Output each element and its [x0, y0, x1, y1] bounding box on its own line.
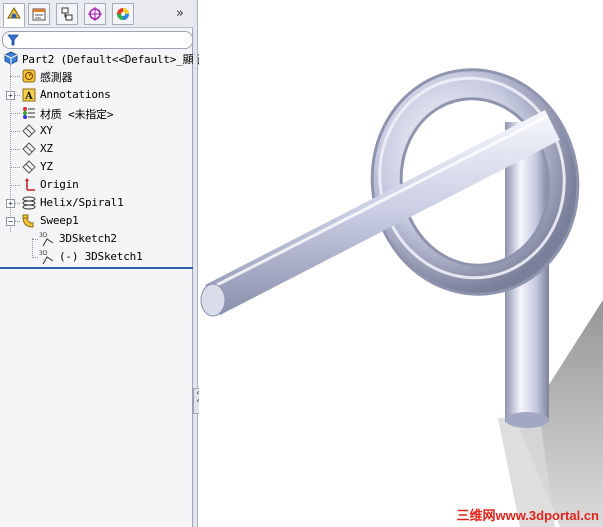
tree-root-part[interactable]: Part2 (Default<<Default>_顯示 [0, 49, 204, 67]
tree-item-origin[interactable]: Origin [0, 176, 193, 194]
watermark-text: 三维网www.3dportal.cn [456, 508, 599, 523]
sensor-icon [22, 69, 36, 83]
propertymanager-icon [32, 8, 46, 21]
3d-sketch-icon: 3D [39, 250, 54, 265]
plane-icon [22, 124, 36, 138]
expand-toggle[interactable]: + [6, 199, 15, 208]
tree-item-sensors[interactable]: 感測器 [0, 67, 193, 85]
tree-item-material[interactable]: 材质 <未指定> [0, 104, 193, 122]
helix-icon [22, 196, 36, 210]
configurationmanager-icon [61, 7, 73, 21]
origin-icon [25, 178, 35, 191]
filter-icon [7, 34, 19, 46]
material-icon [23, 107, 35, 119]
tab-propertymanager[interactable] [28, 3, 50, 25]
tree-item-plane-xy[interactable]: XY [0, 122, 193, 140]
tree-item-helix[interactable]: + Helix/Spiral1 [0, 194, 193, 212]
tree-item-3dsketch1[interactable]: 3D (-) 3DSketch1 [0, 248, 193, 266]
plane-icon [22, 142, 36, 156]
crosshair-target-icon [88, 7, 102, 21]
color-wheel-icon [117, 8, 129, 20]
tab-dimxpertmanager[interactable] [84, 3, 106, 25]
3d-sketch-icon: 3D [39, 232, 54, 247]
tree-item-plane-xz[interactable]: XZ [0, 140, 193, 158]
feature-manager-panel: » Part2 (Default<<Default>_顯示 感測器 + A An… [0, 0, 204, 527]
tab-displaymanager[interactable] [112, 3, 134, 25]
svg-text:A: A [24, 91, 33, 102]
sweep-icon [22, 214, 34, 228]
svg-text:3D: 3D [39, 250, 48, 257]
feature-tree: Part2 (Default<<Default>_顯示 感測器 + A Anno… [0, 48, 204, 268]
plane-icon [22, 160, 36, 174]
feature-filter-input[interactable] [2, 31, 193, 49]
tree-item-plane-yz[interactable]: YZ [0, 158, 193, 176]
expand-toggle[interactable]: + [6, 91, 15, 100]
graphics-area[interactable]: 三维网www.3dportal.cn [199, 0, 603, 527]
tree-item-annotations[interactable]: + A Annotations [0, 86, 193, 104]
part-icon [4, 51, 18, 65]
collapse-toggle[interactable]: − [6, 217, 15, 226]
tree-root-label: Part2 (Default<<Default>_顯示 [22, 53, 205, 66]
rod-end [505, 412, 549, 428]
featuremanager-icon [7, 7, 21, 19]
rod-cut-end [200, 283, 226, 317]
tab-featuremanager[interactable] [3, 3, 25, 27]
manager-tabs: » [0, 0, 193, 28]
tree-item-sweep[interactable]: − Sweep1 [0, 212, 193, 230]
sweep-model-view[interactable] [199, 0, 603, 527]
panel-splitter[interactable] [193, 0, 198, 527]
more-tabs-chevron-icon[interactable]: » [176, 6, 184, 21]
tab-configurationmanager[interactable] [56, 3, 78, 25]
annotation-icon: A [22, 88, 36, 102]
rollback-bar[interactable] [0, 267, 193, 269]
tree-item-3dsketch2[interactable]: 3D 3DSketch2 [0, 230, 193, 248]
svg-text:3D: 3D [39, 232, 48, 239]
